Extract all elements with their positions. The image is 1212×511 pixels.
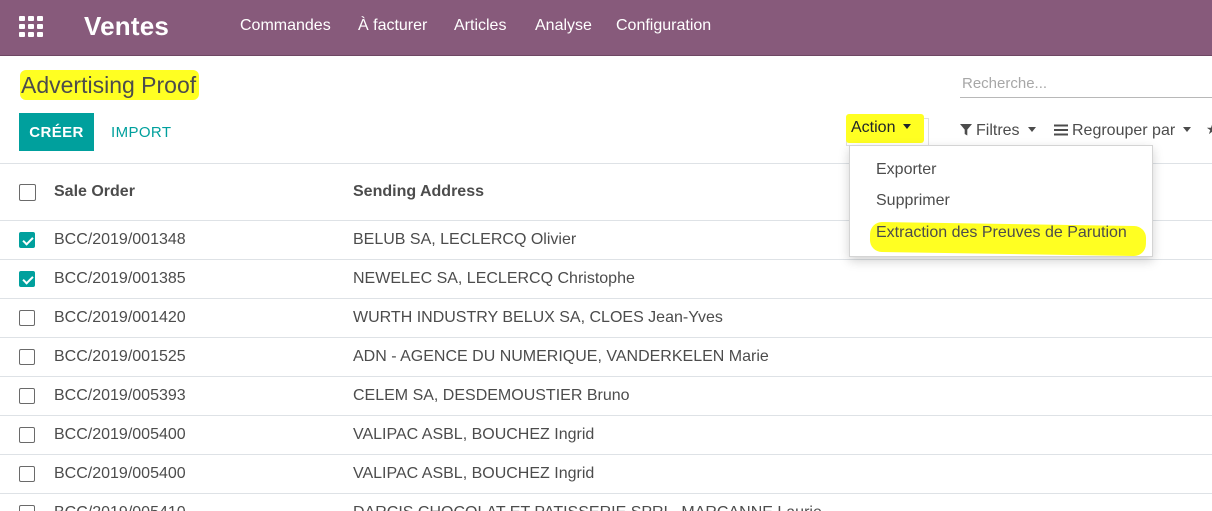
table-row[interactable]: BCC/2019/001525 ADN - AGENCE DU NUMERIQUE… [0,337,1212,377]
cell-sending-address[interactable]: DARCIS CHOCOLAT ET PATISSERIE SPRL, MARC… [353,493,1212,511]
filters-button[interactable]: Filtres [960,122,1036,140]
app-brand[interactable]: Ventes [84,11,169,42]
action-label-text: Action [851,119,896,136]
row-select-cell [0,259,54,299]
table-row[interactable]: BCC/2019/001385 NEWELEC SA, LECLERCQ Chri… [0,259,1212,299]
menu-item-extraction-preuves[interactable]: Extraction des Preuves de Parution [876,224,1127,242]
cell-sending-address[interactable]: WURTH INDUSTRY BELUX SA, CLOES Jean-Yves [353,298,1212,338]
row-select-cell [0,298,54,338]
filters-label: Filtres [976,122,1020,139]
caret-down-icon [1027,126,1036,132]
create-button[interactable]: CRÉER [19,113,94,151]
action-dropdown-toggle[interactable]: Action [846,114,929,146]
cell-sale-order[interactable]: BCC/2019/005410 [54,493,353,511]
caret-down-icon [1183,126,1192,132]
row-select-cell [0,337,54,377]
cell-sending-address[interactable]: ADN - AGENCE DU NUMERIQUE, VANDERKELEN M… [353,337,1212,377]
row-select-cell [0,376,54,416]
row-checkbox[interactable] [19,310,35,326]
cell-sale-order[interactable]: BCC/2019/005393 [54,376,353,416]
group-by-button[interactable]: Regrouper par [1054,122,1192,140]
row-select-cell [0,415,54,455]
table-row[interactable]: BCC/2019/005400 VALIPAC ASBL, BOUCHEZ Ing… [0,415,1212,455]
menu-analyse[interactable]: Analyse [535,17,592,35]
action-button-label[interactable]: Action [846,114,925,143]
menu-configuration[interactable]: Configuration [616,17,711,35]
cell-sale-order[interactable]: BCC/2019/005400 [54,415,353,455]
menu-item-delete[interactable]: Supprimer [876,192,950,210]
import-button[interactable]: IMPORT [105,113,177,151]
cell-sending-address[interactable]: CELEM SA, DESDEMOUSTIER Bruno [353,376,1212,416]
table-row[interactable]: BCC/2019/001420 WURTH INDUSTRY BELUX SA, … [0,298,1212,338]
row-select-cell [0,493,54,511]
row-checkbox[interactable] [19,349,35,365]
select-all-checkbox[interactable] [19,183,36,201]
action-dropdown-menu: Exporter Supprimer Extraction des Preuve… [849,145,1153,257]
cell-sale-order[interactable]: BCC/2019/005400 [54,454,353,494]
search-input[interactable] [960,66,1212,98]
row-select-cell [0,220,54,260]
row-checkbox[interactable] [19,232,35,248]
row-checkbox[interactable] [19,271,35,287]
menu-item-export[interactable]: Exporter [876,161,936,179]
menu-commandes[interactable]: Commandes [240,17,331,35]
page-title: Advertising Proof [20,70,200,100]
bars-icon [1054,124,1068,136]
cell-sending-address[interactable]: NEWELEC SA, LECLERCQ Christophe [353,259,1212,299]
top-navbar: Ventes Commandes À facturer Articles Ana… [0,0,1212,56]
favorites-star-icon[interactable]: ★ [1206,121,1212,138]
cell-sending-address[interactable]: VALIPAC ASBL, BOUCHEZ Ingrid [353,415,1212,455]
menu-a-facturer[interactable]: À facturer [358,17,427,35]
group-by-label: Regrouper par [1072,122,1176,139]
cell-sale-order[interactable]: BCC/2019/001525 [54,337,353,377]
menu-articles[interactable]: Articles [454,17,506,35]
cell-sending-address[interactable]: VALIPAC ASBL, BOUCHEZ Ingrid [353,454,1212,494]
select-all-cell [0,163,54,221]
table-row[interactable]: BCC/2019/005393 CELEM SA, DESDEMOUSTIER B… [0,376,1212,416]
row-checkbox[interactable] [19,466,35,482]
cell-sale-order[interactable]: BCC/2019/001348 [54,220,353,260]
caret-down-icon [903,123,912,129]
row-checkbox[interactable] [19,427,35,443]
row-select-cell [0,454,54,494]
row-checkbox[interactable] [19,505,35,511]
table-row[interactable]: BCC/2019/005400 VALIPAC ASBL, BOUCHEZ Ing… [0,454,1212,494]
cell-sale-order[interactable]: BCC/2019/001385 [54,259,353,299]
filter-icon [960,124,972,136]
table-row[interactable]: BCC/2019/005410DARCIS CHOCOLAT ET PATISS… [0,493,1212,511]
apps-grid-icon[interactable] [19,16,43,38]
cell-sale-order[interactable]: BCC/2019/001420 [54,298,353,338]
column-header-sale-order[interactable]: Sale Order [54,163,353,221]
row-checkbox[interactable] [19,388,35,404]
